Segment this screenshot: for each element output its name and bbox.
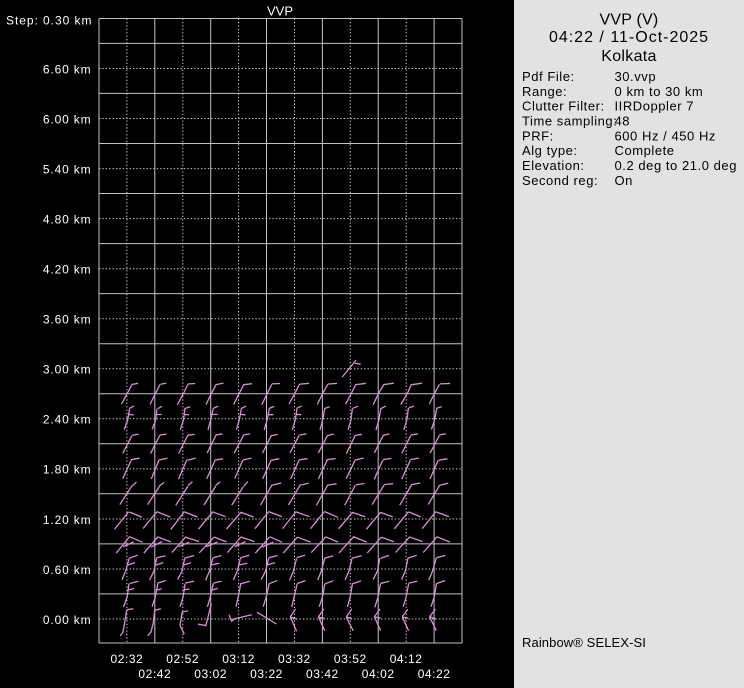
svg-text:48: 48 <box>615 114 631 129</box>
svg-text:6.00 km: 6.00 km <box>43 112 92 126</box>
svg-text:03:32: 03:32 <box>278 652 311 666</box>
svg-text:Elevation:: Elevation: <box>522 158 585 173</box>
svg-text:VVP (V): VVP (V) <box>600 11 659 28</box>
svg-text:30.vvp: 30.vvp <box>615 69 657 84</box>
svg-text:03:02: 03:02 <box>194 667 227 681</box>
svg-text:Kolkata: Kolkata <box>601 48 656 65</box>
svg-text:5.40 km: 5.40 km <box>43 162 92 176</box>
svg-text:02:52: 02:52 <box>166 652 199 666</box>
svg-text:1.80 km: 1.80 km <box>43 463 92 477</box>
svg-text:600 Hz / 450 Hz: 600 Hz / 450 Hz <box>615 128 716 143</box>
svg-text:Pdf File:: Pdf File: <box>522 69 575 84</box>
svg-text:Rainbow® SELEX-SI: Rainbow® SELEX-SI <box>522 635 646 650</box>
svg-text:0 km to 30 km: 0 km to 30 km <box>615 84 704 99</box>
svg-text:04:02: 04:02 <box>362 667 395 681</box>
svg-text:03:52: 03:52 <box>334 652 367 666</box>
svg-text:4.20 km: 4.20 km <box>43 263 92 277</box>
svg-text:Complete: Complete <box>615 143 675 158</box>
svg-text:1.20 km: 1.20 km <box>43 513 92 527</box>
svg-text:PRF:: PRF: <box>522 128 554 143</box>
svg-text:Second reg:: Second reg: <box>522 173 598 188</box>
svg-text:04:22: 04:22 <box>418 667 451 681</box>
svg-text:IIRDoppler 7: IIRDoppler 7 <box>615 99 695 114</box>
svg-text:Alg type:: Alg type: <box>522 143 578 158</box>
svg-text:02:42: 02:42 <box>138 667 171 681</box>
svg-text:3.60 km: 3.60 km <box>43 313 92 327</box>
svg-text:0.2 deg to 21.0 deg: 0.2 deg to 21.0 deg <box>615 158 738 173</box>
svg-text:0.00 km: 0.00 km <box>43 613 92 627</box>
svg-text:Step: 0.30 km: Step: 0.30 km <box>6 14 92 28</box>
svg-text:Range:: Range: <box>522 84 567 99</box>
svg-text:0.60 km: 0.60 km <box>43 563 92 577</box>
svg-text:6.60 km: 6.60 km <box>43 62 92 76</box>
svg-text:03:42: 03:42 <box>306 667 339 681</box>
svg-text:04:22 / 11-Oct-2025: 04:22 / 11-Oct-2025 <box>549 29 709 46</box>
svg-text:Time sampling:: Time sampling: <box>522 114 617 129</box>
svg-text:Clutter Filter:: Clutter Filter: <box>522 99 605 114</box>
svg-text:03:12: 03:12 <box>222 652 255 666</box>
svg-text:2.40 km: 2.40 km <box>43 413 92 427</box>
svg-text:4.80 km: 4.80 km <box>43 212 92 226</box>
svg-text:02:32: 02:32 <box>111 652 144 666</box>
svg-text:3.00 km: 3.00 km <box>43 363 92 377</box>
svg-text:03:22: 03:22 <box>250 667 283 681</box>
svg-text:On: On <box>615 173 633 188</box>
svg-text:VVP: VVP <box>267 3 293 18</box>
svg-text:04:12: 04:12 <box>390 652 423 666</box>
